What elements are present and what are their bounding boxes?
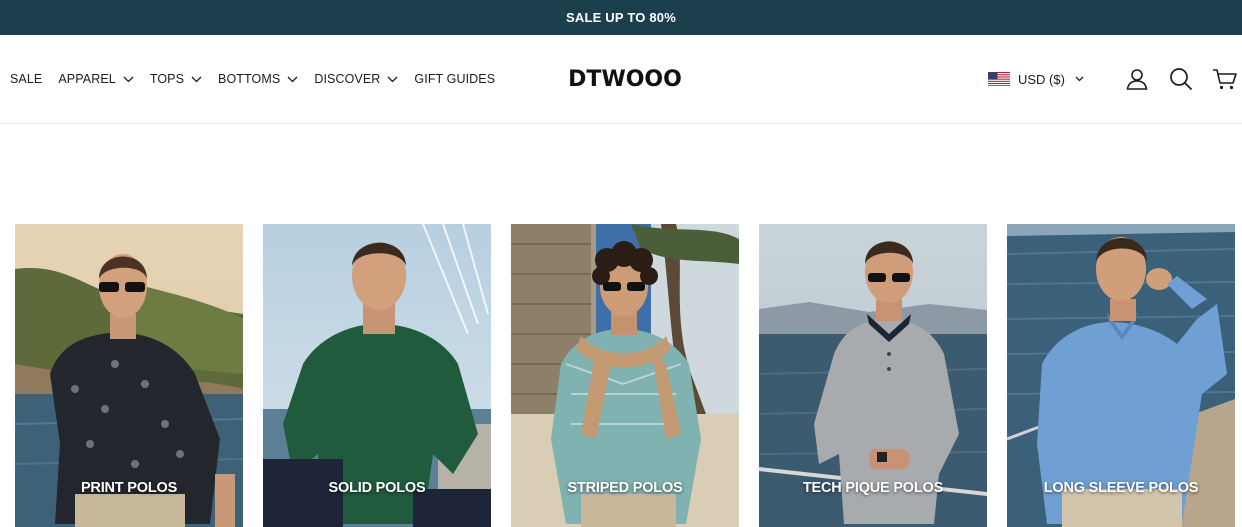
promo-text: SALE UP TO 80% [566, 10, 676, 25]
nav-item-sale[interactable]: SALE [10, 72, 42, 86]
chevron-down-icon [191, 76, 202, 82]
category-label: TECH PIQUE POLOS [802, 480, 944, 496]
search-button[interactable] [1168, 66, 1194, 92]
nav-item-bottoms[interactable]: BOTTOMS [218, 72, 298, 86]
nav-item-label: SALE [10, 72, 43, 86]
cart-button[interactable] [1212, 66, 1238, 92]
site-header: SALE APPAREL TOPS BOTTOMS DISCOVER GIFT … [0, 35, 1242, 124]
category-grid: PRINT POLOS SOLID POLOS STRIPED POLOS TE… [15, 224, 1242, 527]
nav-item-label: BOTTOMS [218, 72, 281, 86]
category-label: LONG SLEEVE POLOS [1043, 480, 1199, 496]
logo-text: DTWOOO [568, 66, 682, 92]
category-tile-long-sleeve-polos[interactable]: LONG SLEEVE POLOS [1007, 224, 1235, 527]
user-icon [1126, 69, 1148, 90]
chevron-down-icon [123, 76, 134, 82]
chevron-down-icon [387, 76, 398, 82]
promo-banner[interactable]: SALE UP TO 80% [0, 0, 1242, 35]
chevron-down-icon [1075, 76, 1084, 82]
category-label: PRINT POLOS [80, 480, 178, 496]
brand-logo[interactable]: DTWOOO [560, 35, 690, 123]
chevron-down-icon [287, 76, 298, 82]
nav-item-gift-guides[interactable]: GIFT GUIDES [414, 72, 495, 86]
category-label: SOLID POLOS [328, 480, 426, 496]
currency-label: USD ($) [1018, 71, 1065, 87]
search-icon [1170, 68, 1193, 91]
nav-item-label: TOPS [149, 72, 185, 86]
currency-selector[interactable]: USD ($) [988, 35, 1084, 123]
nav-item-apparel[interactable]: APPAREL [58, 72, 134, 86]
account-button[interactable] [1124, 66, 1150, 92]
nav-item-label: APPAREL [58, 72, 116, 86]
nav-item-tops[interactable]: TOPS [150, 72, 202, 86]
category-label: STRIPED POLOS [567, 480, 683, 496]
main-nav: SALE APPAREL TOPS BOTTOMS DISCOVER GIFT … [10, 35, 511, 123]
nav-item-label: GIFT GUIDES [414, 72, 496, 86]
category-tile-print-polos[interactable]: PRINT POLOS [15, 224, 243, 527]
category-tile-tech-pique-polos[interactable]: TECH PIQUE POLOS [759, 224, 987, 527]
category-tile-striped-polos[interactable]: STRIPED POLOS [511, 224, 739, 527]
us-flag-icon [988, 72, 1010, 86]
cart-icon [1213, 69, 1237, 90]
nav-item-label: DISCOVER [314, 72, 381, 86]
category-tile-solid-polos[interactable]: SOLID POLOS [263, 224, 491, 527]
nav-item-discover[interactable]: DISCOVER [314, 72, 398, 86]
